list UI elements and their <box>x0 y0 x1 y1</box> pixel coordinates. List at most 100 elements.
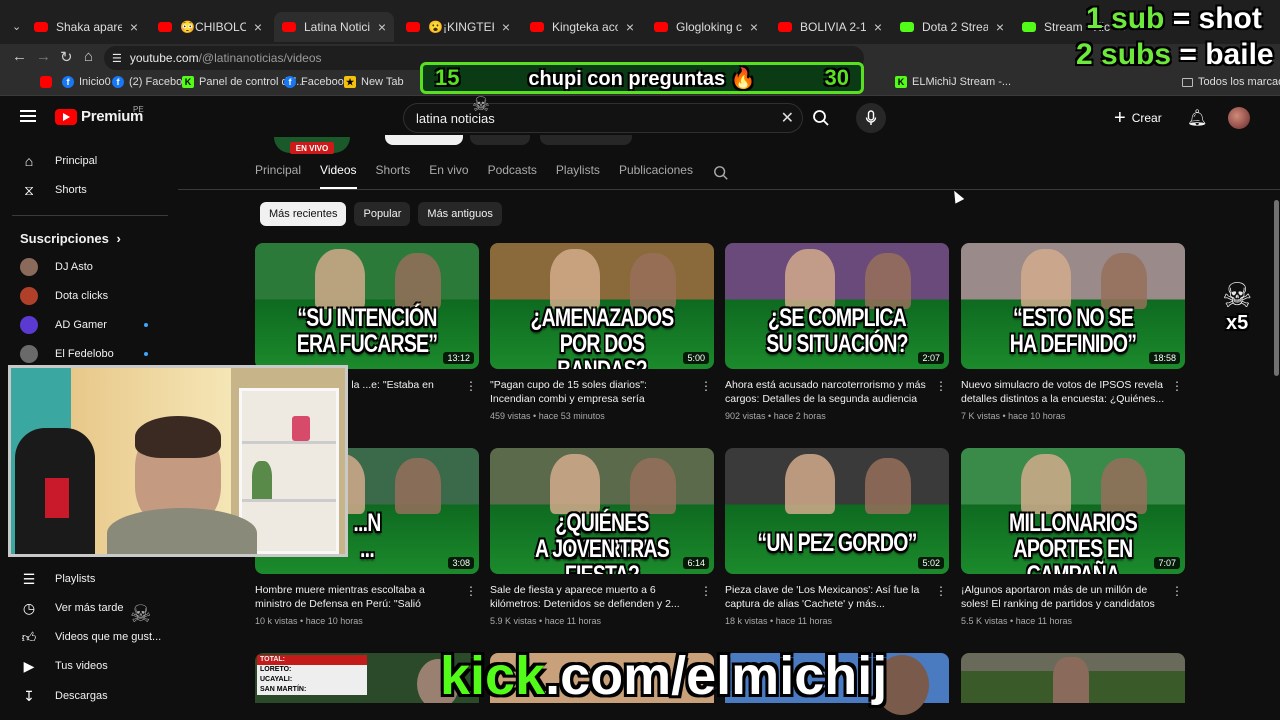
more-options-icon[interactable]: ⋮ <box>700 379 712 393</box>
forward-icon[interactable]: → <box>36 48 51 65</box>
close-tab-icon[interactable]: × <box>874 19 882 35</box>
subscribe-button-edge[interactable] <box>385 135 463 145</box>
video-card[interactable]: MILLONARIOSAPORTES EN CAMPAÑA 7:07 ¡Alguno… <box>961 448 1185 626</box>
subscription-dj-asto[interactable]: DJ Asto <box>20 256 93 278</box>
tab-search-chevron-icon[interactable]: ⌄ <box>12 20 21 33</box>
video-card[interactable]: ¿AMENAZADOSPOR DOS BANDAS? 5:00 "Pagan cup… <box>490 243 714 421</box>
video-title[interactable]: "Pagan cupo de 15 soles diarios": Incend… <box>490 378 714 406</box>
tab-podcasts[interactable]: Podcasts <box>488 163 537 189</box>
subscription-el-fedelobo[interactable]: El Fedelobo <box>20 343 150 365</box>
video-thumbnail[interactable]: MILLONARIOSAPORTES EN CAMPAÑA 7:07 <box>961 448 1185 574</box>
video-thumbnail[interactable]: ¿SE COMPLICA SU SITUACIÓN? 2:07 <box>725 243 949 369</box>
video-title[interactable]: Ahora está acusado narcoterrorismo y más… <box>725 378 949 406</box>
sub-goal-line-1: 1 sub = shot <box>1086 2 1262 35</box>
video-card[interactable]: ¿QUIÉNES MATARONA JOVEN TRAS FIESTA?6:14… <box>490 448 714 626</box>
close-tab-icon[interactable]: × <box>254 19 262 35</box>
video-card[interactable]: “ESTO NO SE HA DEFINIDO” 18:58 Nuevo simula… <box>961 243 1185 421</box>
video-card[interactable]: ¿SE COMPLICA SU SITUACIÓN? 2:07 Ahora está … <box>725 243 949 421</box>
search-button[interactable] <box>806 103 836 133</box>
browser-tab[interactable]: Kingteka aconseja a× <box>522 12 642 42</box>
back-icon[interactable]: ← <box>12 48 27 65</box>
sidebar-item-principal[interactable]: ⌂ Principal <box>20 150 97 172</box>
browser-tab[interactable]: Dota 2 Streaming - Li× <box>892 12 1012 42</box>
close-tab-icon[interactable]: × <box>750 19 758 35</box>
create-button[interactable]: + Crear <box>1114 106 1162 130</box>
browser-tab[interactable]: BOLIVIA 2-1 SURINA× <box>770 12 890 42</box>
subscription-dota-clicks[interactable]: Dota clicks <box>20 285 108 307</box>
more-options-icon[interactable]: ⋮ <box>1171 584 1183 598</box>
close-tab-icon[interactable]: × <box>502 19 510 35</box>
bookmark-youtube[interactable] <box>40 76 57 88</box>
video-title[interactable]: ¡Algunos aportaron más de un millón de s… <box>961 583 1185 611</box>
bookmark-elmichij[interactable]: K ELMichiJ Stream -... <box>895 76 1011 88</box>
close-tab-icon[interactable]: × <box>626 19 634 35</box>
more-options-icon[interactable]: ⋮ <box>465 379 477 393</box>
youtube-logo[interactable]: Premium PE <box>55 105 144 125</box>
sidebar-item-shorts[interactable]: ⧖ Shorts <box>20 179 87 201</box>
video-thumbnail[interactable]: ¿AMENAZADOSPOR DOS BANDAS? 5:00 <box>490 243 714 369</box>
more-options-icon[interactable]: ⋮ <box>465 584 477 598</box>
browser-tab[interactable]: 😮¡KINGTEKA hace r× <box>398 12 518 42</box>
video-title[interactable]: Nuevo simulacro de votos de IPSOS revela… <box>961 378 1185 406</box>
reload-icon[interactable]: ↻ <box>60 48 73 66</box>
home-icon[interactable]: ⌂ <box>84 48 93 65</box>
plus-icon: + <box>1114 106 1126 129</box>
browser-tab[interactable]: Shaka aparece en el× <box>26 12 146 42</box>
channel-search-icon[interactable] <box>713 165 729 185</box>
sidebar-item-downloads[interactable]: ↧ Descargas <box>20 685 107 707</box>
goal-current: 15 <box>435 65 460 90</box>
subscriptions-heading[interactable]: Suscripciones › <box>20 231 121 246</box>
bookmark-inicio[interactable]: f Inicio0 <box>62 76 111 88</box>
sidebar-item-watch-later[interactable]: ◷ Ver más tarde <box>20 597 124 619</box>
tab-playlists[interactable]: Playlists <box>556 163 600 189</box>
more-options-icon[interactable]: ⋮ <box>1171 379 1183 393</box>
chip-most-recent[interactable]: Más recientes <box>260 202 347 226</box>
browser-tab[interactable]: 😳CHIBOLO MILLON× <box>150 12 270 42</box>
bookmark-new-tab[interactable]: ★ New Tab <box>344 76 404 88</box>
more-options-icon[interactable]: ⋮ <box>935 584 947 598</box>
chip-popular[interactable]: Popular <box>354 202 411 226</box>
voice-search-button[interactable] <box>856 103 886 133</box>
menu-icon[interactable] <box>20 110 36 122</box>
sidebar-item-playlists[interactable]: ☰ Playlists <box>20 568 96 590</box>
clear-search-icon[interactable]: ✕ <box>781 108 794 128</box>
more-button-edge[interactable] <box>540 135 632 145</box>
chevron-right-icon: › <box>116 231 121 246</box>
browser-tab[interactable]: Glogloking critica a× <box>646 12 766 42</box>
join-button-edge[interactable] <box>470 135 530 145</box>
video-thumbnail[interactable] <box>961 653 1185 703</box>
tab-principal[interactable]: Principal <box>255 163 301 189</box>
tab-shorts[interactable]: Shorts <box>376 163 411 189</box>
close-tab-icon[interactable]: × <box>130 19 138 35</box>
search-input[interactable] <box>416 110 756 126</box>
sidebar-item-liked-videos[interactable]: 👍︎ Videos que me gust... <box>20 626 162 648</box>
video-thumbnail[interactable]: “ESTO NO SE HA DEFINIDO” 18:58 <box>961 243 1185 369</box>
video-title[interactable]: Pieza clave de 'Los Mexicanos': Así fue … <box>725 583 949 611</box>
video-thumbnail[interactable]: “UN PEZ GORDO” 5:02 <box>725 448 949 574</box>
tab-favicon-icon <box>34 22 48 32</box>
account-avatar[interactable] <box>1228 107 1250 129</box>
tab-publicaciones[interactable]: Publicaciones <box>619 163 693 189</box>
chip-oldest[interactable]: Más antiguos <box>418 202 502 226</box>
video-thumbnail[interactable]: ¿QUIÉNES MATARONA JOVEN TRAS FIESTA?6:14 <box>490 448 714 574</box>
person-figure <box>1021 249 1071 309</box>
video-title[interactable]: Hombre muere mientras escoltaba a minist… <box>255 583 479 611</box>
browser-tab[interactable]: Latina Noticias - You× <box>274 12 394 42</box>
bookmark-facebook[interactable]: f Facebook <box>284 76 349 88</box>
tab-en-vivo[interactable]: En vivo <box>429 163 468 189</box>
tab-videos[interactable]: Videos <box>320 163 357 189</box>
video-title[interactable]: Sale de fiesta y aparece muerto a 6 kiló… <box>490 583 714 611</box>
close-tab-icon[interactable]: × <box>996 19 1004 35</box>
more-options-icon[interactable]: ⋮ <box>700 584 712 598</box>
stream-goal-bar: 15 chupi con preguntas 🔥 30 <box>420 62 864 94</box>
sidebar-item-your-videos[interactable]: ▶ Tus videos <box>20 655 108 677</box>
notifications-bell-icon[interactable]: 🔔︎ <box>1187 108 1207 128</box>
all-bookmarks[interactable]: Todos los marcadores <box>1182 76 1280 88</box>
close-tab-icon[interactable]: × <box>378 19 386 35</box>
more-options-icon[interactable]: ⋮ <box>935 379 947 393</box>
video-thumbnail[interactable]: “SU INTENCIÓN ERA FUCARSE” 13:12 <box>255 243 479 369</box>
live-badge[interactable]: EN VIVO <box>290 142 334 154</box>
site-info-icon[interactable]: ☰ <box>112 52 122 65</box>
subscription-ad-gamer[interactable]: AD Gamer <box>20 314 150 336</box>
video-card[interactable]: “UN PEZ GORDO” 5:02 Pieza clave de 'Los Me… <box>725 448 949 626</box>
